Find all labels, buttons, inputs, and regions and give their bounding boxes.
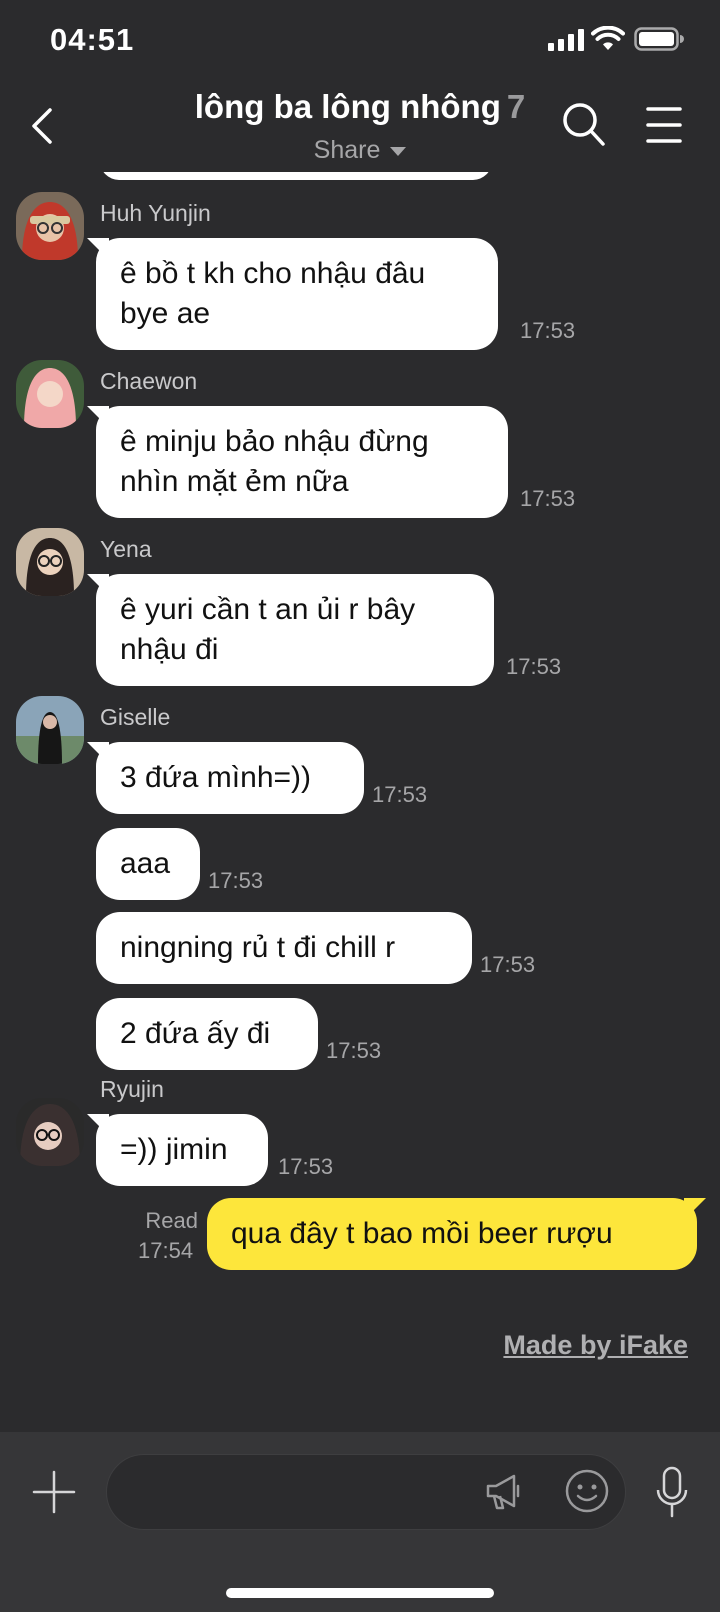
message-bubble[interactable]: 2 đứa ấy đi xyxy=(96,998,318,1070)
menu-icon[interactable] xyxy=(646,106,682,144)
message-input[interactable] xyxy=(106,1454,626,1530)
avatar[interactable] xyxy=(16,192,84,260)
message-bubble-partial xyxy=(100,172,492,180)
search-icon[interactable] xyxy=(562,102,606,148)
avatar[interactable] xyxy=(16,1098,84,1166)
my-message-bubble[interactable]: qua đây t bao mồi beer rượu xyxy=(207,1198,697,1270)
message-time: 17:53 xyxy=(208,868,264,893)
sender-name: Huh Yunjin xyxy=(100,200,211,226)
message-text-line: 2 đứa ấy đi xyxy=(120,1017,271,1050)
message-list[interactable]: Huh Yunjin ê bồ t kh cho nhậu đâu bye ae… xyxy=(0,172,720,1432)
battery-icon xyxy=(634,27,684,51)
status-time: 04:51 xyxy=(50,22,135,57)
megaphone-icon[interactable] xyxy=(484,1472,524,1512)
sender-name: Yena xyxy=(100,536,152,562)
message-bubble[interactable]: ningning rủ t đi chill r xyxy=(96,912,472,984)
message-text-line: qua đây t bao mồi beer rượu xyxy=(231,1217,613,1250)
message-text-line: nhìn mặt ẻm nữa xyxy=(120,465,349,498)
message-text-line: ê minju bảo nhậu đừng xyxy=(120,425,429,458)
message-bubble[interactable]: aaa xyxy=(96,828,200,900)
chat-screen: 04:51 lông ba lông nhông 7 Share Huh Yun… xyxy=(0,0,720,1612)
message-bubble[interactable]: 3 đứa mình=)) xyxy=(96,742,364,814)
message-time: 17:53 xyxy=(520,318,576,343)
chat-header: lông ba lông nhông 7 Share xyxy=(0,80,720,172)
microphone-icon[interactable] xyxy=(656,1466,688,1518)
caret-down-icon xyxy=(390,146,407,156)
message-text-line: bye ae xyxy=(120,297,211,330)
message-bubble[interactable]: =)) jimin xyxy=(96,1114,268,1186)
share-label: Share xyxy=(313,136,381,164)
message-bubble[interactable]: ê yuri cần t an ủi r bây nhậu đi xyxy=(96,574,494,686)
message-time: 17:53 xyxy=(372,782,428,807)
plus-icon[interactable] xyxy=(32,1470,76,1514)
share-dropdown[interactable]: Share xyxy=(0,136,720,165)
message-bubble[interactable]: ê bồ t kh cho nhậu đâu bye ae xyxy=(96,238,498,350)
read-receipt: Read xyxy=(145,1208,198,1233)
sender-name: Giselle xyxy=(100,704,171,730)
message-text-line: ê bồ t kh cho nhậu đâu xyxy=(120,257,426,290)
member-count: 7 xyxy=(506,88,526,125)
message-time: 17:53 xyxy=(278,1154,334,1179)
watermark-text: Made by iFake xyxy=(503,1330,688,1360)
cellular-signal-icon xyxy=(548,29,584,51)
message-text-line: 3 đứa mình=)) xyxy=(120,761,312,794)
chat-title: lông ba lông nhông 7 xyxy=(0,88,720,126)
message-time: 17:53 xyxy=(326,1038,382,1063)
message-input-bar xyxy=(0,1432,720,1612)
message-text-line: nhậu đi xyxy=(120,633,219,666)
message-text-line: =)) jimin xyxy=(120,1133,228,1166)
message-time: 17:53 xyxy=(506,654,562,679)
wifi-icon xyxy=(591,26,625,50)
emoji-icon[interactable] xyxy=(564,1468,610,1514)
home-indicator[interactable] xyxy=(226,1588,494,1598)
message-time: 17:53 xyxy=(480,952,536,977)
chat-title-text: lông ba lông nhông xyxy=(194,88,501,125)
status-bar: 04:51 xyxy=(0,0,720,80)
message-text-line: ningning rủ t đi chill r xyxy=(120,931,396,964)
avatar[interactable] xyxy=(16,696,84,764)
message-bubble[interactable]: ê minju bảo nhậu đừng nhìn mặt ẻm nữa xyxy=(96,406,508,518)
message-time: 17:54 xyxy=(138,1238,194,1263)
message-text-line: ê yuri cần t an ủi r bây xyxy=(120,593,416,626)
message-text-line: aaa xyxy=(120,847,171,880)
sender-name: Chaewon xyxy=(100,368,198,394)
avatar[interactable] xyxy=(16,360,84,428)
sender-name: Ryujin xyxy=(100,1076,164,1102)
message-time: 17:53 xyxy=(520,486,576,511)
avatar[interactable] xyxy=(16,528,84,596)
